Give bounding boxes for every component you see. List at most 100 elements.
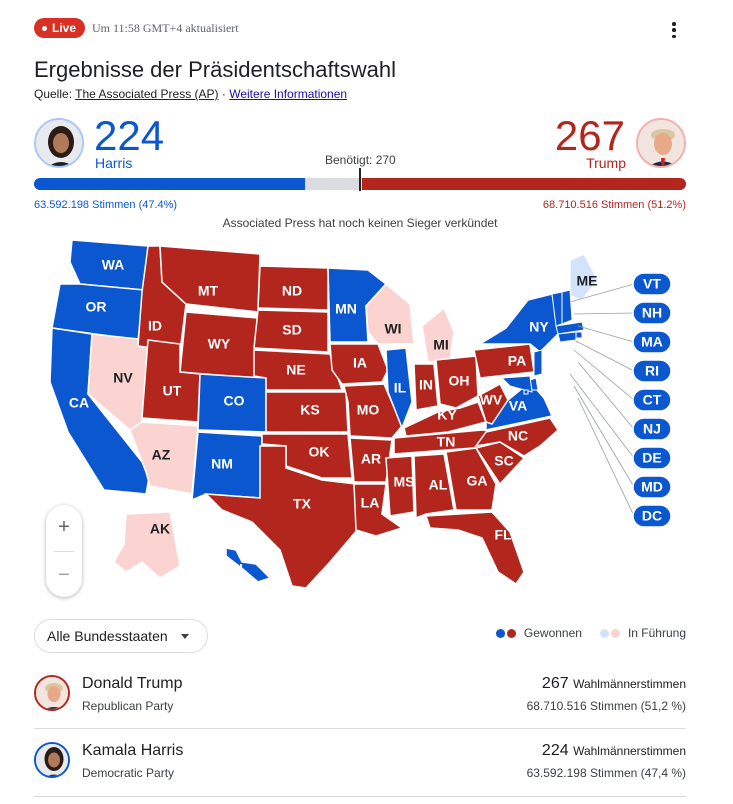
trump-progress-fill [362,178,686,190]
state-ri[interactable] [575,331,583,339]
state-label-me: ME [577,273,598,289]
candidate-party: Democratic Party [82,766,175,780]
map-legend: Gewonnen In Führung [495,626,686,640]
state-badge-label-ma: MA [641,334,663,350]
live-label: Live [52,21,77,35]
threshold-marker [359,168,361,191]
callout-line-ma [577,325,635,343]
state-label-tn: TN [437,434,456,450]
state-label-oh: OH [449,373,470,389]
candidate-row-trump[interactable]: Donald Trump Republican Party 267 Wahlmä… [34,675,686,735]
state-label-sd: SD [282,322,301,338]
race-status: Associated Press hat noch keinen Sieger … [222,216,498,230]
legend-won-swatches [495,628,516,638]
state-label-ca: CA [69,395,89,411]
state-label-wv: WV [480,392,503,408]
live-dot-icon [42,25,47,31]
state-label-mt: MT [198,283,219,299]
state-badge-label-ri: RI [645,363,659,379]
zoom-controls: + − [46,505,82,597]
state-label-wy: WY [208,336,231,352]
ev-label: Wahlmännerstimmen [573,677,686,691]
legend-won-label: Gewonnen [523,626,582,640]
updated-timestamp: Um 11:58 GMT+4 aktualisiert [92,21,239,35]
dropdown-caret-icon [181,634,189,639]
harris-row-avatar [34,742,70,778]
state-label-ks: KS [300,402,319,418]
trump-avatar [636,118,686,168]
state-badge-label-vt: VT [643,276,661,292]
candidate-name: Kamala Harris [82,742,184,759]
zoom-out-button[interactable]: − [46,555,82,595]
source-prefix: Quelle: [34,87,73,101]
live-badge: Live [34,18,86,38]
state-dc[interactable] [523,389,529,395]
harris-popular-vote: 63.592.198 Stimmen (47.4%) [34,199,178,211]
state-badge-label-dc: DC [642,508,662,524]
ev-number: 267 [541,675,569,692]
state-label-hi: HI [229,561,243,577]
source-separator: · [221,87,226,101]
page-title: Ergebnisse der Präsidentschaftswahl [34,57,396,82]
candidate-electoral-votes: 224 Wahlmännerstimmen [542,742,686,760]
state-label-nc: NC [508,428,528,444]
state-label-or: OR [86,299,107,315]
state-label-ga: GA [467,473,488,489]
state-label-co: CO [224,393,245,409]
trump-electoral-votes: 267 [554,112,625,159]
results-map[interactable]: WA OR CA NV ID MT WY UT AZ CO NM ND SD NE KS OK TX MN IA MO… [30,232,710,612]
state-badge-label-ct: CT [643,392,662,408]
legend-lead-swatches [599,628,620,638]
ev-label: Wahlmännerstimmen [573,744,686,758]
state-label-az: AZ [152,447,171,463]
candidate-name: Donald Trump [82,675,183,692]
state-ct[interactable] [557,331,577,343]
trump-row-avatar [34,675,70,711]
state-label-id: ID [148,318,162,334]
state-nh[interactable] [561,289,573,325]
candidate-row-harris[interactable]: Kamala Harris Democratic Party 224 Wahlm… [34,742,686,802]
top-bar: Live Um 11:58 GMT+4 aktualisiert [34,18,694,40]
state-label-ia: IA [353,355,367,371]
state-badge-label-de: DE [642,450,661,466]
zoom-in-button[interactable]: + [46,507,82,547]
harris-electoral-votes: 224 [94,112,165,159]
state-fl[interactable] [424,511,525,586]
candidate-popular-vote: 63.592.198 Stimmen (47,4 %) [526,766,686,780]
state-label-wa: WA [102,257,125,273]
state-filter-dropdown[interactable]: Alle Bundesstaaten [34,619,208,653]
harris-label: Harris [95,155,133,171]
state-label-in: IN [419,377,433,393]
state-filter-value: Alle Bundesstaaten [47,628,168,644]
callout-line-md [573,385,635,488]
state-nj[interactable] [533,349,543,377]
state-label-nv: NV [113,370,133,386]
harris-avatar [34,118,84,168]
trump-popular-vote: 68.710.516 Stimmen (51.2%) [542,199,686,211]
votes-needed-label: Benötigt: 270 [325,153,396,167]
source-link[interactable]: The Associated Press (AP) [75,87,218,101]
candidate-popular-vote: 68.710.516 Stimmen (51,2 %) [526,699,686,713]
callout-line-nh [573,312,635,315]
state-label-mn: MN [335,301,357,317]
callout-line-dc [577,397,635,517]
state-label-ut: UT [163,383,182,399]
ev-number: 224 [541,742,569,759]
state-label-mi: MI [433,337,449,353]
more-options-icon[interactable] [666,22,682,38]
more-info-link[interactable]: Weitere Informationen [229,87,347,101]
source-line: Quelle: The Associated Press (AP) · Weit… [34,87,347,101]
state-label-tx: TX [293,496,312,512]
candidate-electoral-votes: 267 Wahlmännerstimmen [542,675,686,693]
state-label-ak: AK [150,521,170,537]
state-label-nm: NM [211,456,233,472]
candidate-party: Republican Party [82,699,174,713]
state-label-ne: NE [286,362,305,378]
state-badge-label-md: MD [641,479,663,495]
state-label-mo: MO [357,402,380,418]
state-label-nd: ND [282,283,302,299]
state-label-va: VA [509,398,527,414]
state-mi[interactable] [421,306,455,363]
state-badge-label-nh: NH [642,305,662,321]
state-label-pa: PA [508,353,526,369]
